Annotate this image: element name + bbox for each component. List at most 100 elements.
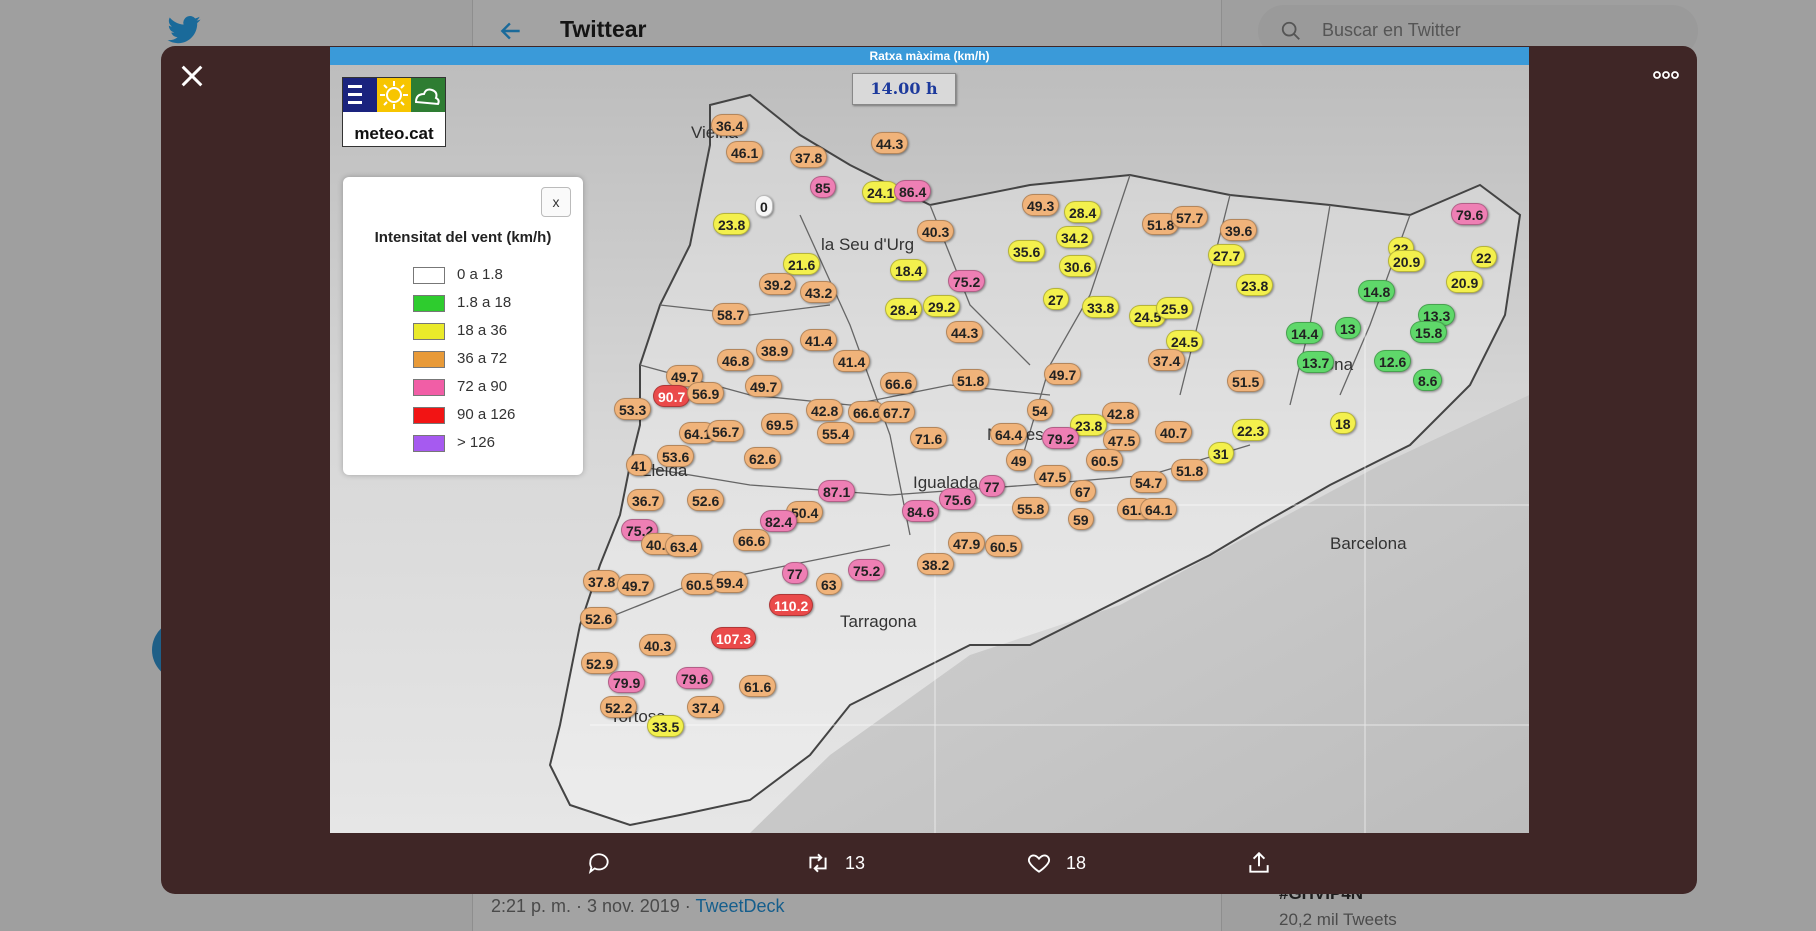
wind-gust-value: 44.3 [946,321,984,343]
back-arrow-icon[interactable] [498,18,524,44]
wind-gust-value: 22.3 [1232,419,1270,441]
wind-gust-value: 66.6 [733,529,771,551]
wind-gust-value: 29.2 [923,295,961,317]
wind-gust-value: 28.4 [885,298,923,320]
wind-gust-value: 51.8 [1171,459,1209,481]
meteocat-logo-text: meteo.cat [354,124,434,143]
wind-gust-value: 60.5 [1086,449,1124,471]
wind-gust-value: 37.4 [1148,349,1186,371]
wind-gust-value: 40.7 [1155,421,1193,443]
wind-gust-value: 61.6 [739,675,777,697]
wind-gust-value: 56.9 [687,382,725,404]
wind-gust-value: 46.1 [726,141,764,163]
wind-gust-value: 77 [979,475,1005,497]
like-count: 18 [1066,852,1087,873]
retweet-button[interactable]: 13 [805,848,865,878]
page-title: Twittear [560,16,647,42]
wind-gust-value: 42.8 [1102,402,1140,424]
wind-gust-map-image: Ratxa màxima (km/h) 14.00 h meteo.cat x … [330,47,1529,833]
wind-gust-value: 13 [1335,317,1361,339]
trend-count: 20,2 mil Tweets [1279,910,1397,929]
legend-label: 36 a 72 [457,350,508,367]
wind-gust-value: 86.4 [894,180,932,202]
legend-swatch [413,407,445,424]
retweet-icon [809,853,827,873]
wind-gust-value: 90.7 [653,385,691,407]
wind-gust-value: 52.2 [600,696,638,718]
wind-gust-value: 67.7 [878,401,916,423]
legend-swatch [413,379,445,396]
wind-gust-value: 60.5 [985,535,1023,557]
wind-gust-value: 51.8 [952,369,990,391]
wind-gust-value: 37.8 [583,570,621,592]
wind-gust-value: 69.5 [761,413,799,435]
legend-swatch [413,351,445,368]
wind-gust-value: 41 [626,454,652,476]
wind-gust-value: 46.8 [717,349,755,371]
meteocat-logo-icon [343,78,445,112]
wind-gust-value: 25.9 [1156,297,1194,319]
place-label: la Seu d'Urg [821,235,915,254]
wind-gust-value: 40.3 [917,220,955,242]
wind-gust-value: 14.4 [1286,322,1324,344]
search-icon [1281,21,1300,40]
wind-gust-value: 62.6 [744,447,782,469]
wind-gust-value: 49.7 [745,375,783,397]
reply-icon [588,853,609,874]
wind-gust-value: 23.8 [713,213,751,235]
wind-gust-value: 52.9 [581,652,619,674]
legend-label: 18 a 36 [457,322,508,339]
time-label: 14.00 h [852,73,956,105]
wind-gust-value: 49 [1006,449,1032,471]
close-icon[interactable] [176,60,208,92]
wind-gust-value: 31 [1208,442,1234,464]
wind-gust-value: 35.6 [1008,240,1046,262]
wind-gust-value: 110.2 [769,594,814,616]
legend-label: 1.8 a 18 [457,294,512,311]
wind-gust-value: 44.3 [871,132,909,154]
legend-label: 72 a 90 [457,378,508,395]
wind-gust-value: 64.1 [1140,498,1178,520]
wind-gust-value: 52.6 [687,489,725,511]
legend-close-button[interactable]: x [541,187,571,217]
wind-gust-value: 13.7 [1297,351,1335,373]
reply-button[interactable] [586,848,612,878]
wind-gust-value: 18.4 [890,259,928,281]
legend-label: > 126 [457,434,495,451]
share-icon [1249,851,1269,873]
wind-gust-value: 18 [1330,412,1356,434]
heart-icon [1028,854,1050,873]
retweet-count: 13 [845,852,866,873]
share-button[interactable] [1246,848,1272,878]
wind-gust-value: 37.4 [687,696,725,718]
wind-gust-value: 27.7 [1208,244,1246,266]
wind-gust-value: 33.5 [647,715,685,737]
wind-gust-value: 8.6 [1413,369,1443,391]
wind-gust-value: 27 [1043,288,1069,310]
wind-gust-value: 33.8 [1082,296,1120,318]
wind-gust-value: 55.8 [1012,497,1050,519]
wind-gust-value: 43.2 [800,281,838,303]
wind-gust-value: 56.7 [707,420,745,442]
wind-gust-value: 59.4 [711,571,749,593]
wind-gust-value: 54 [1027,399,1053,421]
tweet-timestamp: 2:21 p. m. · 3 nov. 2019 · TweetDeck [491,896,785,917]
wind-gust-value: 14.8 [1358,280,1396,302]
like-button[interactable]: 18 [1026,848,1086,878]
wind-gust-value: 0 [755,195,773,217]
wind-gust-value: 23.8 [1236,274,1274,296]
wind-gust-value: 30.6 [1059,255,1097,277]
wind-gust-value: 79.9 [608,671,646,693]
tweet-source-link[interactable]: TweetDeck [695,896,784,916]
legend-label: 90 a 126 [457,406,516,423]
wind-gust-value: 41.4 [800,329,838,351]
wind-gust-value: 47.5 [1103,429,1141,451]
wind-gust-value: 52.6 [580,607,618,629]
twitter-logo-icon[interactable] [164,12,204,48]
wind-gust-value: 53.6 [657,445,695,467]
wind-gust-value: 84.6 [902,500,940,522]
more-options-icon[interactable] [1652,64,1680,86]
wind-gust-value: 107.3 [711,627,757,649]
wind-gust-value: 42.8 [806,399,844,421]
wind-legend: x Intensitat del vent (km/h) 0 a 1.8 1.8 … [343,177,583,475]
